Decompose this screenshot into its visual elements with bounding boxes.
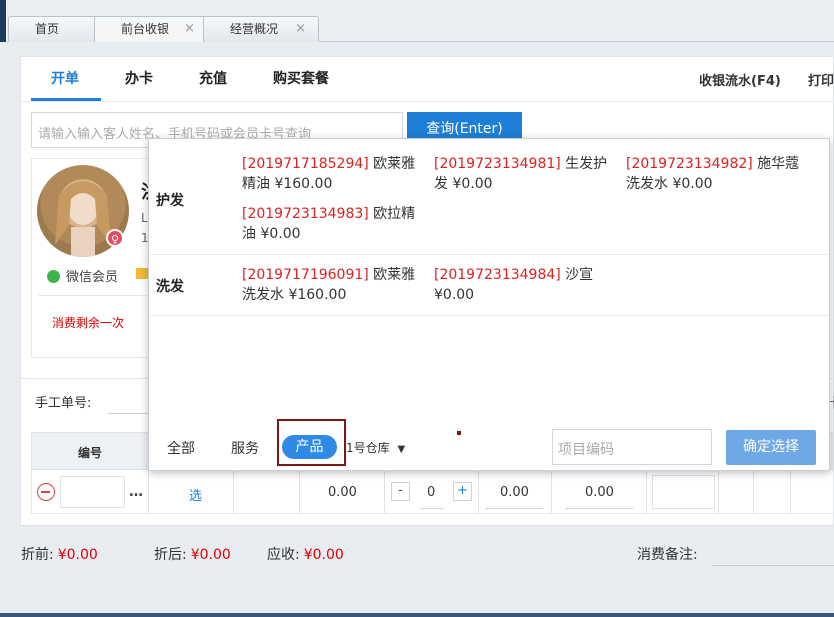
close-icon[interactable]: × bbox=[295, 17, 306, 41]
total-due: 应收: ¥0.00 bbox=[267, 544, 344, 564]
divider bbox=[149, 315, 829, 316]
close-icon[interactable]: × bbox=[184, 17, 195, 41]
marker-dot bbox=[457, 431, 461, 435]
divider bbox=[38, 295, 148, 296]
tab-home-label: 首页 bbox=[35, 22, 60, 36]
manual-order-label: 手工单号: bbox=[35, 396, 92, 411]
product-code: [2019717185294] bbox=[242, 156, 369, 172]
staff-input[interactable] bbox=[652, 475, 715, 509]
divider bbox=[149, 254, 829, 255]
product-item[interactable]: [2019723134981] 生发护发 ¥0.00 bbox=[434, 154, 616, 194]
product-name: 沙宣 bbox=[565, 267, 594, 283]
product-price: ¥0.00 bbox=[452, 176, 493, 192]
product-price: ¥0.00 bbox=[260, 226, 301, 242]
product-item[interactable]: [2019723134982] 施华蔻洗发水 ¥0.00 bbox=[626, 154, 808, 194]
quantity-minus-button[interactable]: - bbox=[391, 482, 410, 501]
column-header-code: 编号 bbox=[78, 446, 103, 460]
total-due-value: ¥0.00 bbox=[303, 547, 344, 563]
cashier-flow-link[interactable]: 收银流水(F4) bbox=[699, 70, 781, 89]
wechat-member-badge: 微信会员 bbox=[47, 266, 118, 285]
category-label-shampoo: 洗发 bbox=[156, 279, 184, 295]
item-code-search-input[interactable]: 项目编码 bbox=[552, 429, 712, 465]
remark-input[interactable] bbox=[712, 565, 834, 566]
quantity-plus-button[interactable]: + bbox=[453, 482, 472, 501]
amount-value[interactable]: 0.00 bbox=[500, 485, 529, 500]
select-item-link[interactable]: 选 bbox=[189, 485, 202, 504]
product-code: [2019717196091] bbox=[242, 267, 369, 283]
product-price: ¥160.00 bbox=[288, 287, 347, 303]
wechat-icon bbox=[47, 270, 60, 283]
product-price: ¥0.00 bbox=[434, 287, 475, 303]
remove-row-icon[interactable] bbox=[37, 483, 55, 501]
amount-underline bbox=[485, 508, 543, 509]
product-code: [2019723134984] bbox=[434, 267, 561, 283]
total-before-discount: 折前: ¥0.00 bbox=[21, 544, 98, 564]
tab-overview-label: 经营概况 bbox=[230, 22, 279, 36]
product-item[interactable]: [2019723134983] 欧拉精油 ¥0.00 bbox=[242, 204, 424, 244]
tab-home[interactable]: 首页 bbox=[8, 16, 100, 42]
total-before-label: 折前: bbox=[21, 547, 54, 563]
tab-cashier[interactable]: 前台收银 × bbox=[94, 16, 208, 42]
highlight-box bbox=[277, 419, 346, 466]
filter-all[interactable]: 全部 bbox=[167, 438, 195, 458]
tab-cashier-label: 前台收银 bbox=[121, 22, 170, 36]
total-after-label: 折后: bbox=[154, 547, 187, 563]
member-level: L bbox=[141, 211, 148, 225]
product-code: [2019723134983] bbox=[242, 206, 369, 222]
divider bbox=[20, 101, 834, 102]
product-price: ¥160.00 bbox=[274, 176, 333, 192]
nav-tab-open-order[interactable]: 开单 bbox=[51, 68, 79, 88]
product-price: ¥0.00 bbox=[672, 176, 713, 192]
total-after-value: ¥0.00 bbox=[190, 547, 231, 563]
total-due-label: 应收: bbox=[267, 547, 300, 563]
nav-tab-card[interactable]: 办卡 bbox=[125, 68, 153, 88]
filter-service[interactable]: 服务 bbox=[231, 438, 259, 458]
unit-price-value: 0.00 bbox=[328, 485, 357, 500]
category-label-hair-care: 护发 bbox=[156, 193, 184, 209]
quantity-underline bbox=[420, 508, 444, 509]
warehouse-select[interactable]: 1号仓库 ▼ bbox=[346, 439, 405, 456]
nav-tab-package[interactable]: 购买套餐 bbox=[273, 68, 329, 88]
more-icon[interactable]: … bbox=[129, 484, 143, 500]
item-code-field[interactable] bbox=[60, 476, 125, 508]
print-link[interactable]: 打印 bbox=[808, 70, 834, 89]
total-before-value: ¥0.00 bbox=[57, 547, 98, 563]
tab-overview[interactable]: 经营概况 × bbox=[203, 16, 319, 42]
product-item[interactable]: [2019717185294] 欧莱雅精油 ¥160.00 bbox=[242, 154, 424, 194]
chevron-down-icon: ▼ bbox=[397, 444, 406, 455]
product-item[interactable]: [2019723134984] 沙宣 ¥0.00 bbox=[434, 265, 616, 305]
paid-value[interactable]: 0.00 bbox=[585, 485, 614, 500]
female-icon: ♀ bbox=[106, 229, 124, 247]
product-code: [2019723134982] bbox=[626, 156, 753, 172]
bottom-edge bbox=[0, 613, 834, 617]
wechat-label: 微信会员 bbox=[66, 270, 119, 285]
quantity-value[interactable]: 0 bbox=[427, 485, 435, 500]
total-after-discount: 折后: ¥0.00 bbox=[154, 544, 231, 564]
nav-tab-recharge[interactable]: 充值 bbox=[199, 68, 227, 88]
product-code: [2019723134981] bbox=[434, 156, 561, 172]
remark-label: 消费备注: bbox=[637, 547, 698, 563]
remaining-uses-text: 消费剩余一次 bbox=[52, 316, 125, 330]
paid-underline bbox=[565, 508, 633, 509]
product-item[interactable]: [2019717196091] 欧莱雅洗发水 ¥160.00 bbox=[242, 265, 424, 305]
confirm-selection-button[interactable]: 确定选择 bbox=[726, 430, 816, 465]
manual-order-input[interactable] bbox=[108, 413, 148, 414]
warehouse-value: 1号仓库 bbox=[346, 441, 390, 455]
